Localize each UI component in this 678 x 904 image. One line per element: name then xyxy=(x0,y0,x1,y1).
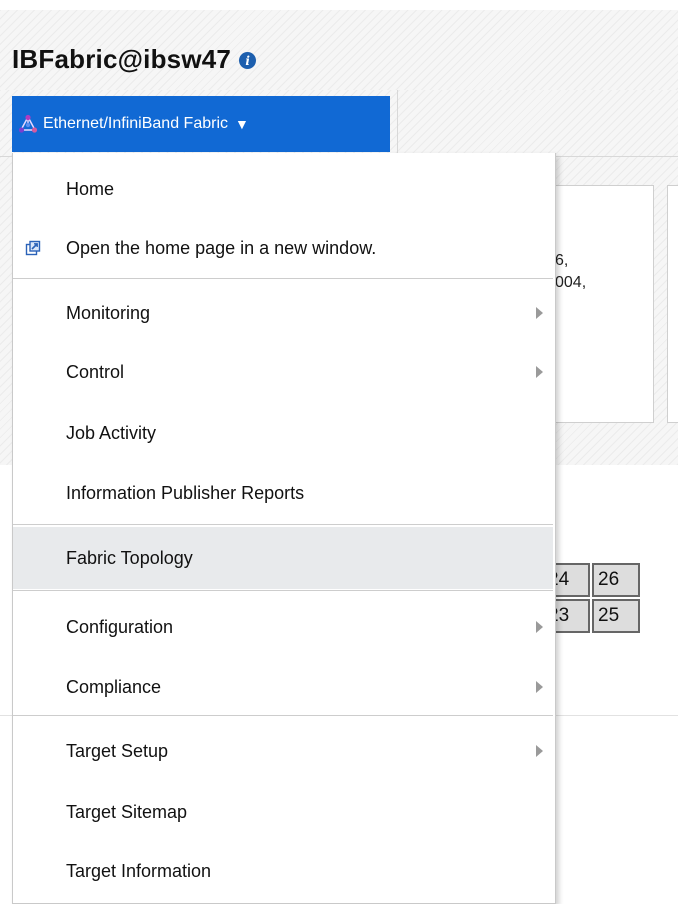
menu-item-label: Job Activity xyxy=(66,422,157,443)
menu-item-label: Monitoring xyxy=(66,302,151,323)
menu-item-job-activity[interactable]: Job Activity xyxy=(13,407,553,459)
submenu-arrow-icon xyxy=(536,745,543,757)
menu-item-target-sitemap[interactable]: Target Sitemap xyxy=(13,786,553,838)
summary-card: 6, 004, xyxy=(540,185,654,423)
menu-item-monitoring[interactable]: Monitoring xyxy=(13,287,553,339)
menu-item-label: Home xyxy=(66,178,115,199)
page-title: IBFabric@ibsw47 xyxy=(12,44,232,74)
menu-item-label: Configuration xyxy=(66,616,174,637)
target-dropdown-menu: Home Open the home page in a new window.… xyxy=(12,153,556,904)
menu-divider xyxy=(13,524,553,525)
new-window-icon xyxy=(25,240,41,256)
summary-card xyxy=(667,185,678,423)
target-menu-label: Ethernet/InfiniBand Fabric xyxy=(43,115,228,132)
table-row: 24 26 xyxy=(542,563,640,597)
target-menu-button[interactable]: Ethernet/InfiniBand Fabric ▼ xyxy=(12,96,390,152)
menu-item-label: Target Sitemap xyxy=(66,801,188,822)
menu-item-target-information[interactable]: Target Information xyxy=(13,845,553,897)
menu-item-label: Target Setup xyxy=(66,740,169,761)
menu-item-control[interactable]: Control xyxy=(13,346,553,398)
menu-item-label: Control xyxy=(66,361,125,382)
card-text-line: 6, xyxy=(555,252,569,269)
menu-item-label: Target Information xyxy=(66,860,212,881)
submenu-arrow-icon xyxy=(536,681,543,693)
fabric-icon xyxy=(18,114,38,133)
menu-item-fabric-topology[interactable]: Fabric Topology xyxy=(13,527,553,589)
menu-item-target-setup[interactable]: Target Setup xyxy=(13,725,553,777)
menu-item-label: Compliance xyxy=(66,676,162,697)
title-row: IBFabric@ibsw47 i xyxy=(12,44,257,75)
info-icon[interactable]: i xyxy=(239,52,257,69)
menu-item-information-publisher-reports[interactable]: Information Publisher Reports xyxy=(13,467,553,519)
card-text-line: 004, xyxy=(555,274,587,291)
nav-divider xyxy=(397,90,398,156)
table-row: 23 25 xyxy=(542,599,640,633)
menu-item-configuration[interactable]: Configuration xyxy=(13,601,553,653)
submenu-arrow-icon xyxy=(536,366,543,378)
port-cell[interactable]: 26 xyxy=(592,563,640,597)
submenu-arrow-icon xyxy=(536,307,543,319)
submenu-arrow-icon xyxy=(536,621,543,633)
menu-item-open-new-window[interactable]: Open the home page in a new window. xyxy=(13,222,553,274)
menu-item-home[interactable]: Home xyxy=(13,163,553,215)
menu-item-label: Information Publisher Reports xyxy=(66,482,305,503)
menu-divider xyxy=(13,715,553,716)
top-strip xyxy=(0,0,678,10)
port-cell[interactable]: 25 xyxy=(592,599,640,633)
menu-item-label: Open the home page in a new window. xyxy=(66,237,377,258)
caret-down-icon: ▼ xyxy=(235,116,249,132)
menu-divider xyxy=(13,278,553,279)
menu-divider xyxy=(13,590,553,591)
menu-item-compliance[interactable]: Compliance xyxy=(13,661,553,713)
menu-item-label: Fabric Topology xyxy=(66,547,193,568)
